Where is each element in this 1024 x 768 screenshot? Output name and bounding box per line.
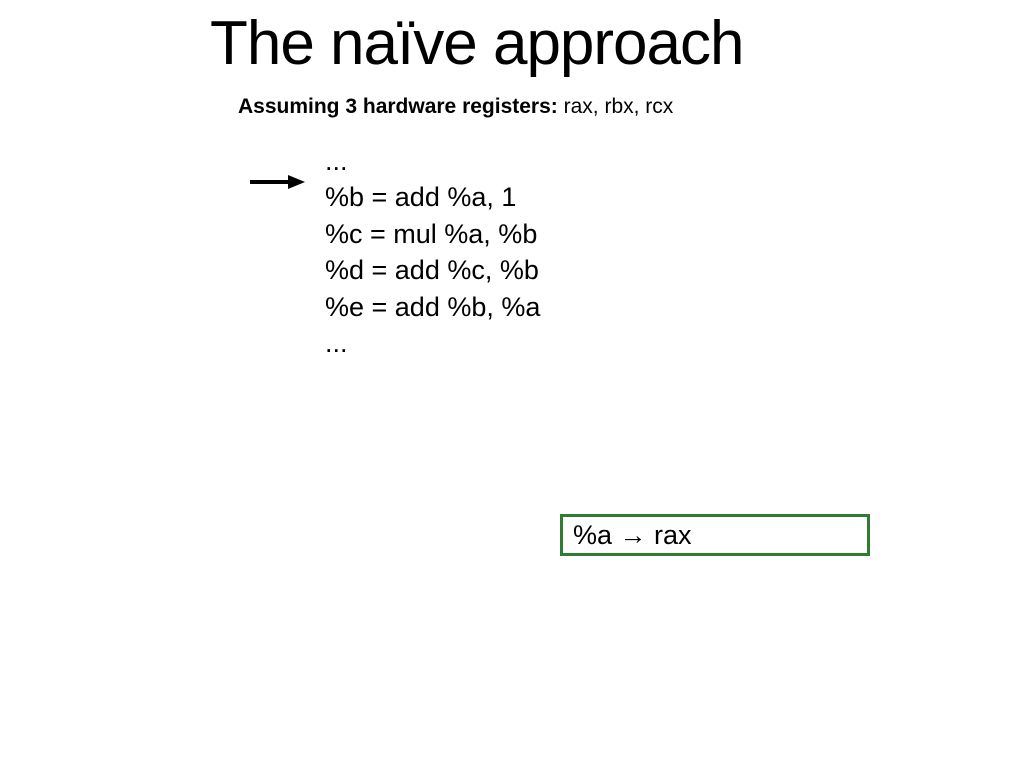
code-line: ... <box>325 143 540 179</box>
code-line: %d = add %c, %b <box>325 252 540 288</box>
code-line: ... <box>325 325 540 361</box>
code-block: ... %b = add %a, 1 %c = mul %a, %b %d = … <box>325 143 540 362</box>
slide-subtitle: Assuming 3 hardware registers: rax, rbx,… <box>238 95 673 119</box>
register-mapping-box: %a → rax <box>560 514 870 556</box>
code-line: %b = add %a, 1 <box>325 179 540 215</box>
code-line: %c = mul %a, %b <box>325 216 540 252</box>
subtitle-bold: Assuming 3 hardware registers: <box>238 95 558 118</box>
code-line: %e = add %b, %a <box>325 289 540 325</box>
subtitle-registers: rax, rbx, rcx <box>558 95 674 118</box>
slide-title: The naïve approach <box>210 8 744 79</box>
register-mapping-text: %a → rax <box>573 520 692 551</box>
arrow-right-icon <box>250 175 305 194</box>
